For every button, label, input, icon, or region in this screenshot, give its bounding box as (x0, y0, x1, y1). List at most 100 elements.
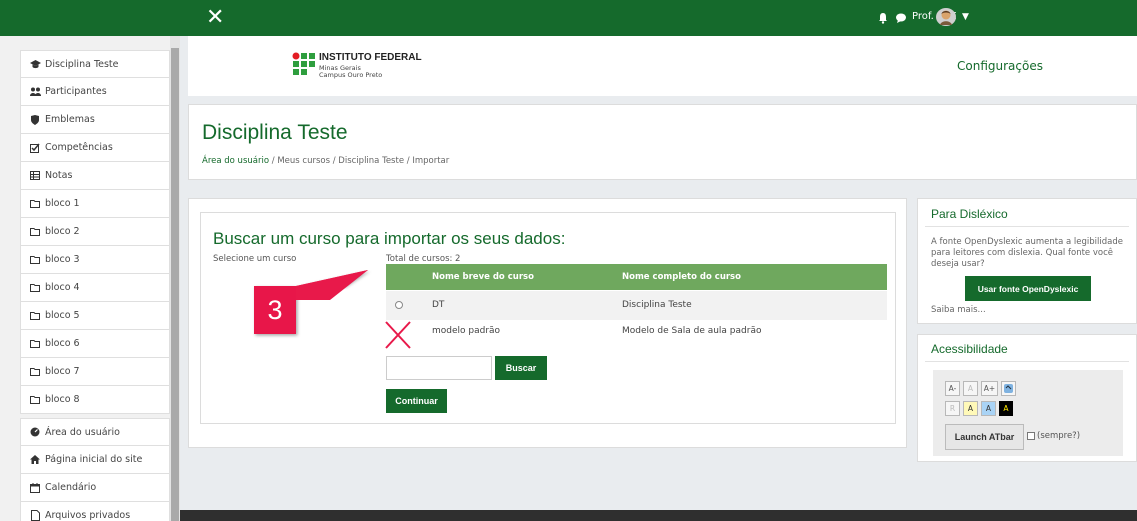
sidebar-item-bloco-6[interactable]: bloco 6 (20, 330, 170, 358)
dyslexia-description: A fonte OpenDyslexic aumenta a legibilid… (931, 237, 1123, 269)
sidebar-item-label: bloco 1 (45, 198, 80, 209)
launch-atbar-button[interactable]: Launch ATbar (945, 424, 1024, 450)
sidebar-item-bloco-7[interactable]: bloco 7 (20, 358, 170, 386)
sidebar-item-pagina-inicial[interactable]: Página inicial do site (20, 446, 170, 474)
sidebar-item-label: Participantes (45, 86, 107, 97)
speech-icon[interactable] (1001, 381, 1016, 396)
learn-more-link[interactable]: Saiba mais... (931, 305, 986, 315)
sidebar-item-label: bloco 6 (45, 338, 80, 349)
breadcrumb-item[interactable]: Disciplina Teste (338, 156, 404, 166)
folder-icon (29, 339, 41, 348)
sidebar-item-label: bloco 5 (45, 310, 80, 321)
use-opendyslexic-button[interactable]: Usar fonte OpenDyslexic (965, 276, 1091, 301)
column-header-short-name[interactable]: Nome breve do curso (432, 272, 534, 282)
breadcrumb-item[interactable]: Meus cursos (277, 156, 330, 166)
sidebar-item-label: bloco 4 (45, 282, 80, 293)
continue-button[interactable]: Continuar (386, 389, 447, 413)
select-course-label: Selecione um curso (213, 254, 297, 264)
sidebar-item-calendario[interactable]: Calendário (20, 474, 170, 502)
black-theme-button[interactable]: A (999, 401, 1013, 416)
checkbox-box[interactable] (1027, 432, 1035, 440)
reset-text-button[interactable]: A (963, 381, 978, 396)
file-icon (29, 510, 41, 521)
total-courses-label: Total de cursos: 2 (386, 254, 461, 264)
sidebar-scrollbar[interactable] (170, 36, 180, 521)
folder-icon (29, 283, 41, 292)
page-title: Disciplina Teste (202, 121, 348, 144)
caret-down-icon[interactable]: ▼ (962, 12, 969, 22)
course-short-name: modelo padrão (432, 326, 501, 336)
import-heading: Buscar um curso para importar os seus da… (213, 229, 566, 248)
sidebar-item-bloco-8[interactable]: bloco 8 (20, 386, 170, 414)
reset-colour-button[interactable]: R (945, 401, 960, 416)
course-full-name: Disciplina Teste (622, 300, 692, 310)
bell-icon[interactable] (877, 12, 889, 24)
sidebar-item-area-do-usuario[interactable]: Área do usuário (20, 418, 170, 446)
table-icon (29, 171, 41, 180)
sidebar-item-label: Página inicial do site (45, 454, 143, 465)
column-header-full-name[interactable]: Nome completo do curso (622, 272, 741, 282)
accessibility-title: Acessibilidade (931, 342, 1008, 356)
sidebar-item-bloco-5[interactable]: bloco 5 (20, 302, 170, 330)
sidebar-item-label: Competências (45, 142, 113, 153)
decrease-text-button[interactable]: A- (945, 381, 960, 396)
settings-link[interactable]: Configurações (957, 59, 1043, 73)
table-header: Nome breve do curso Nome completo do cur… (386, 264, 887, 290)
left-sidebar: Disciplina Teste Participantes Emblemas … (0, 36, 180, 521)
sidebar-item-label: Notas (45, 170, 73, 181)
always-checkbox[interactable]: (sempre?) (1027, 431, 1080, 441)
scrollbar-thumb[interactable] (171, 48, 179, 521)
chat-icon[interactable] (895, 12, 907, 24)
sidebar-item-label: Área do usuário (45, 426, 120, 438)
sidebar-item-label: Disciplina Teste (45, 58, 119, 70)
increase-text-button[interactable]: A+ (981, 381, 998, 396)
sidebar-item-label: bloco 8 (45, 394, 80, 405)
folder-icon (29, 395, 41, 404)
yellow-theme-button[interactable]: A (963, 401, 978, 416)
graduation-cap-icon (29, 59, 41, 69)
sidebar-item-arquivos-privados[interactable]: Arquivos privados (20, 502, 170, 521)
table-row[interactable]: DT Disciplina Teste (386, 291, 887, 320)
blue-theme-button[interactable]: A (981, 401, 996, 416)
sidebar-item-label: Emblemas (45, 114, 95, 125)
logo-mark-icon (292, 52, 315, 75)
shield-icon (29, 114, 41, 125)
sidebar-item-notas[interactable]: Notas (20, 162, 170, 190)
logo-title: INSTITUTO FEDERAL (319, 52, 422, 63)
sidebar-item-label: Calendário (45, 482, 97, 493)
avatar[interactable] (935, 7, 957, 27)
close-drawer-icon[interactable]: ✕ (206, 6, 224, 30)
red-x-mark (385, 321, 411, 349)
breadcrumb: Área do usuário / Meus cursos / Discipli… (202, 156, 449, 166)
dyslexia-title: Para Disléxico (931, 207, 1008, 221)
folder-icon (29, 227, 41, 236)
sidebar-item-bloco-2[interactable]: bloco 2 (20, 218, 170, 246)
block-divider (925, 226, 1129, 227)
sidebar-item-emblemas[interactable]: Emblemas (20, 106, 170, 134)
sidebar-item-disciplina-teste[interactable]: Disciplina Teste (20, 50, 170, 78)
sidebar-item-participantes[interactable]: Participantes (20, 78, 170, 106)
sidebar-item-label: bloco 7 (45, 366, 80, 377)
sidebar-item-bloco-1[interactable]: bloco 1 (20, 190, 170, 218)
folder-icon (29, 255, 41, 264)
block-divider (925, 361, 1129, 362)
page-footer (180, 510, 1137, 521)
course-search-input[interactable] (386, 356, 492, 380)
calendar-icon (29, 482, 41, 493)
folder-icon (29, 311, 41, 320)
users-icon (29, 87, 41, 96)
table-row[interactable]: modelo padrão Modelo de Sala de aula pad… (386, 320, 887, 346)
sidebar-item-bloco-3[interactable]: bloco 3 (20, 246, 170, 274)
course-full-name: Modelo de Sala de aula padrão (622, 326, 762, 336)
sidebar-item-competencias[interactable]: Competências (20, 134, 170, 162)
checkbox-icon (29, 143, 41, 153)
breadcrumb-item[interactable]: Importar (412, 156, 449, 166)
search-button[interactable]: Buscar (495, 356, 547, 380)
top-navbar: ✕ Prof. ERE ▼ (0, 0, 1137, 36)
folder-icon (29, 199, 41, 208)
course-short-name: DT (432, 300, 445, 310)
sidebar-item-label: Arquivos privados (45, 510, 131, 521)
breadcrumb-item[interactable]: Área do usuário (202, 156, 269, 166)
sidebar-item-bloco-4[interactable]: bloco 4 (20, 274, 170, 302)
course-radio[interactable] (395, 301, 403, 309)
